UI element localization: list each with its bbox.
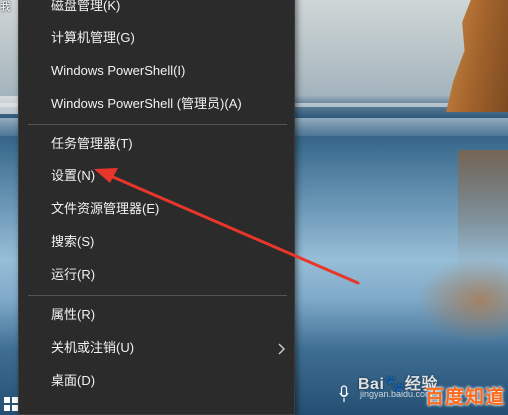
menu-item-settings[interactable]: 设置(N) [20, 161, 293, 191]
baidu-zhidao-watermark: 百度知道 [425, 387, 506, 408]
winx-context-menu: 磁盘管理(K) 计算机管理(G) Windows PowerShell(I) W… [18, 0, 295, 415]
microphone-icon [339, 385, 349, 408]
chevron-right-icon [278, 333, 286, 363]
watermark-url: jingyan.baidu.com [360, 389, 433, 399]
desktop-icon-label[interactable]: 我 [0, 0, 20, 14]
windows-logo-pane [4, 405, 10, 411]
menu-item-powershell-admin[interactable]: Windows PowerShell (管理员)(A) [20, 89, 293, 119]
desktop-icon[interactable] [0, 96, 18, 114]
menu-item-file-explorer[interactable]: 文件资源管理器(E) [20, 194, 293, 224]
menu-item-shutdown-signout[interactable]: 关机或注销(U) [20, 333, 293, 363]
menu-item-desktop[interactable]: 桌面(D) [20, 366, 293, 396]
menu-item-search[interactable]: 搜索(S) [20, 227, 293, 257]
menu-item-task-manager[interactable]: 任务管理器(T) [20, 129, 293, 159]
menu-item-run[interactable]: 运行(R) [20, 260, 293, 290]
menu-item-properties[interactable]: 属性(R) [20, 300, 293, 330]
menu-separator [28, 124, 287, 125]
menu-item-disk-management[interactable]: 磁盘管理(K) [20, 0, 293, 21]
menu-separator [28, 295, 287, 296]
sea-cliff [446, 0, 508, 112]
windows-logo-pane [4, 397, 10, 403]
cliff-reflection [458, 150, 508, 270]
menu-item-computer-management[interactable]: 计算机管理(G) [20, 23, 293, 53]
menu-item-powershell[interactable]: Windows PowerShell(I) [20, 56, 293, 86]
